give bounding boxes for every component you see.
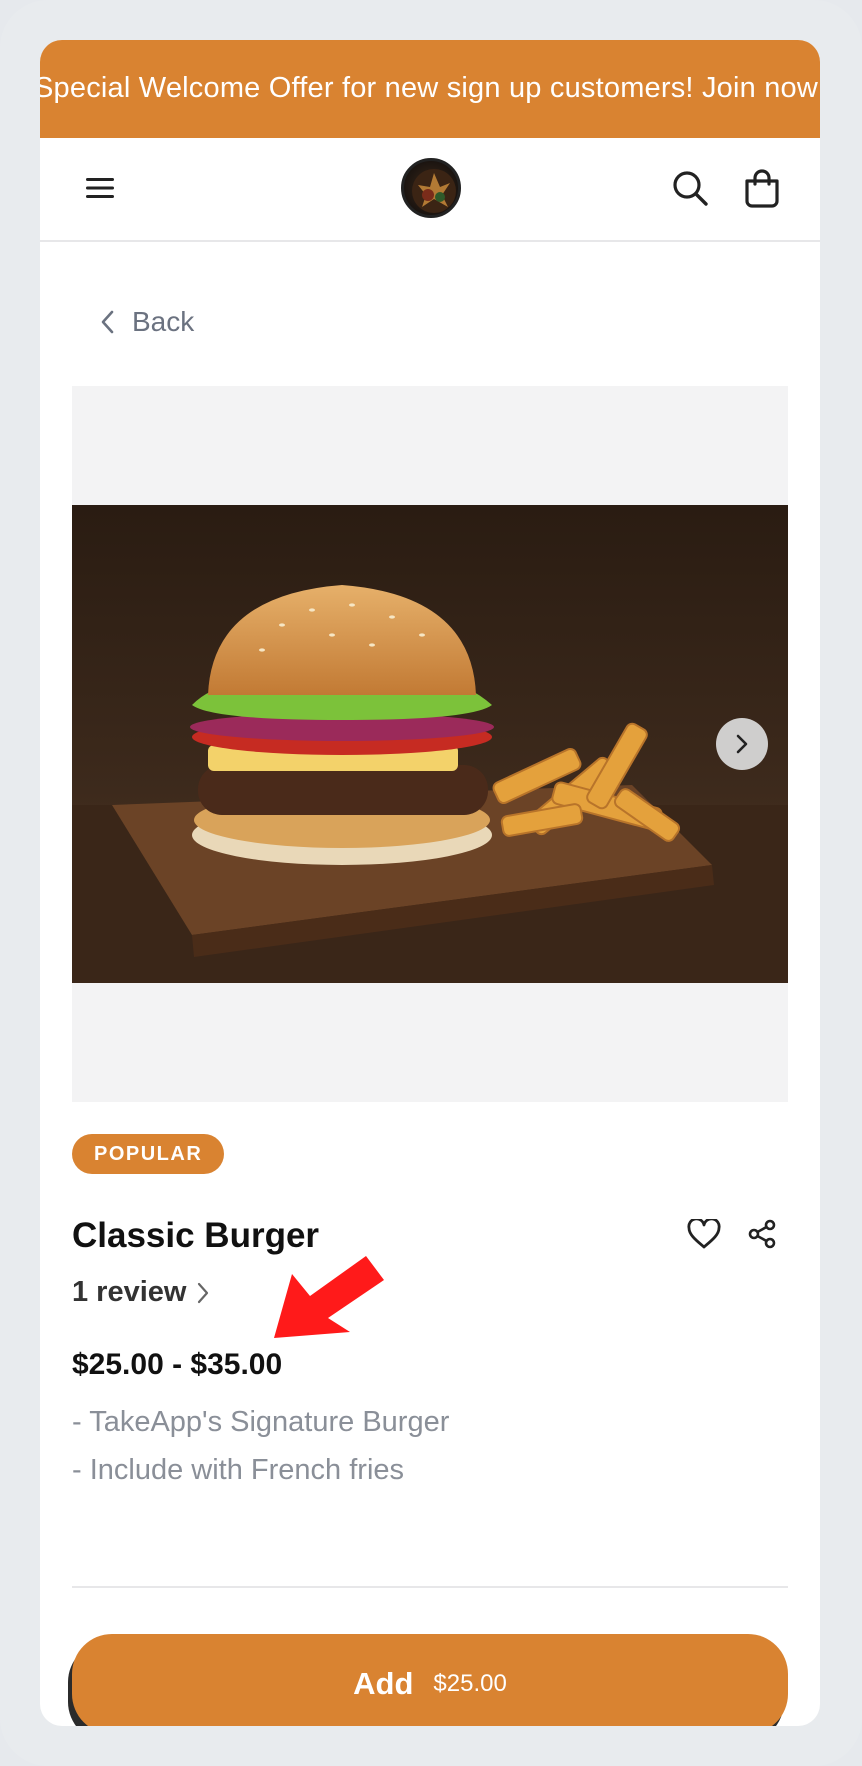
- section-divider: [72, 1586, 788, 1588]
- chevron-right-icon: [736, 734, 748, 754]
- back-label: Back: [132, 306, 195, 337]
- app-screen: Special Welcome Offer for new sign up cu…: [40, 40, 820, 1726]
- product-title: Classic Burger: [72, 1216, 320, 1255]
- top-header: [40, 138, 820, 242]
- shopping-bag-icon[interactable]: [738, 164, 786, 212]
- heart-icon[interactable]: [684, 1214, 724, 1254]
- description-line: - TakeApp's Signature Burger: [72, 1406, 450, 1438]
- next-image-button[interactable]: [716, 718, 768, 770]
- reviews-label: 1 review: [72, 1276, 187, 1308]
- annotation-arrow-icon: [274, 1256, 384, 1338]
- product-description: - TakeApp's Signature Burger - Include w…: [72, 1398, 449, 1494]
- back-button[interactable]: Back: [98, 306, 194, 338]
- add-button-label: Add: [353, 1666, 414, 1701]
- add-to-cart-button[interactable]: Add $25.00: [72, 1634, 788, 1726]
- product-image-gallery[interactable]: [72, 386, 788, 1102]
- add-button-price: $25.00: [433, 1670, 507, 1697]
- promo-banner[interactable]: Special Welcome Offer for new sign up cu…: [40, 40, 820, 138]
- product-photo: [72, 505, 788, 983]
- reviews-link[interactable]: 1 review: [72, 1276, 210, 1309]
- chevron-right-icon: [198, 1282, 209, 1303]
- store-logo[interactable]: [401, 158, 461, 218]
- popular-badge: POPULAR: [72, 1134, 225, 1174]
- share-icon[interactable]: [742, 1214, 782, 1254]
- description-line: - Include with French fries: [72, 1454, 405, 1486]
- promo-banner-text: Special Welcome Offer for new sign up cu…: [40, 72, 819, 104]
- chevron-left-icon: [101, 310, 114, 334]
- device-frame: Special Welcome Offer for new sign up cu…: [0, 0, 862, 1766]
- search-icon[interactable]: [666, 164, 714, 212]
- price-range: $25.00 - $35.00: [72, 1348, 283, 1381]
- hamburger-menu-icon[interactable]: [80, 168, 120, 208]
